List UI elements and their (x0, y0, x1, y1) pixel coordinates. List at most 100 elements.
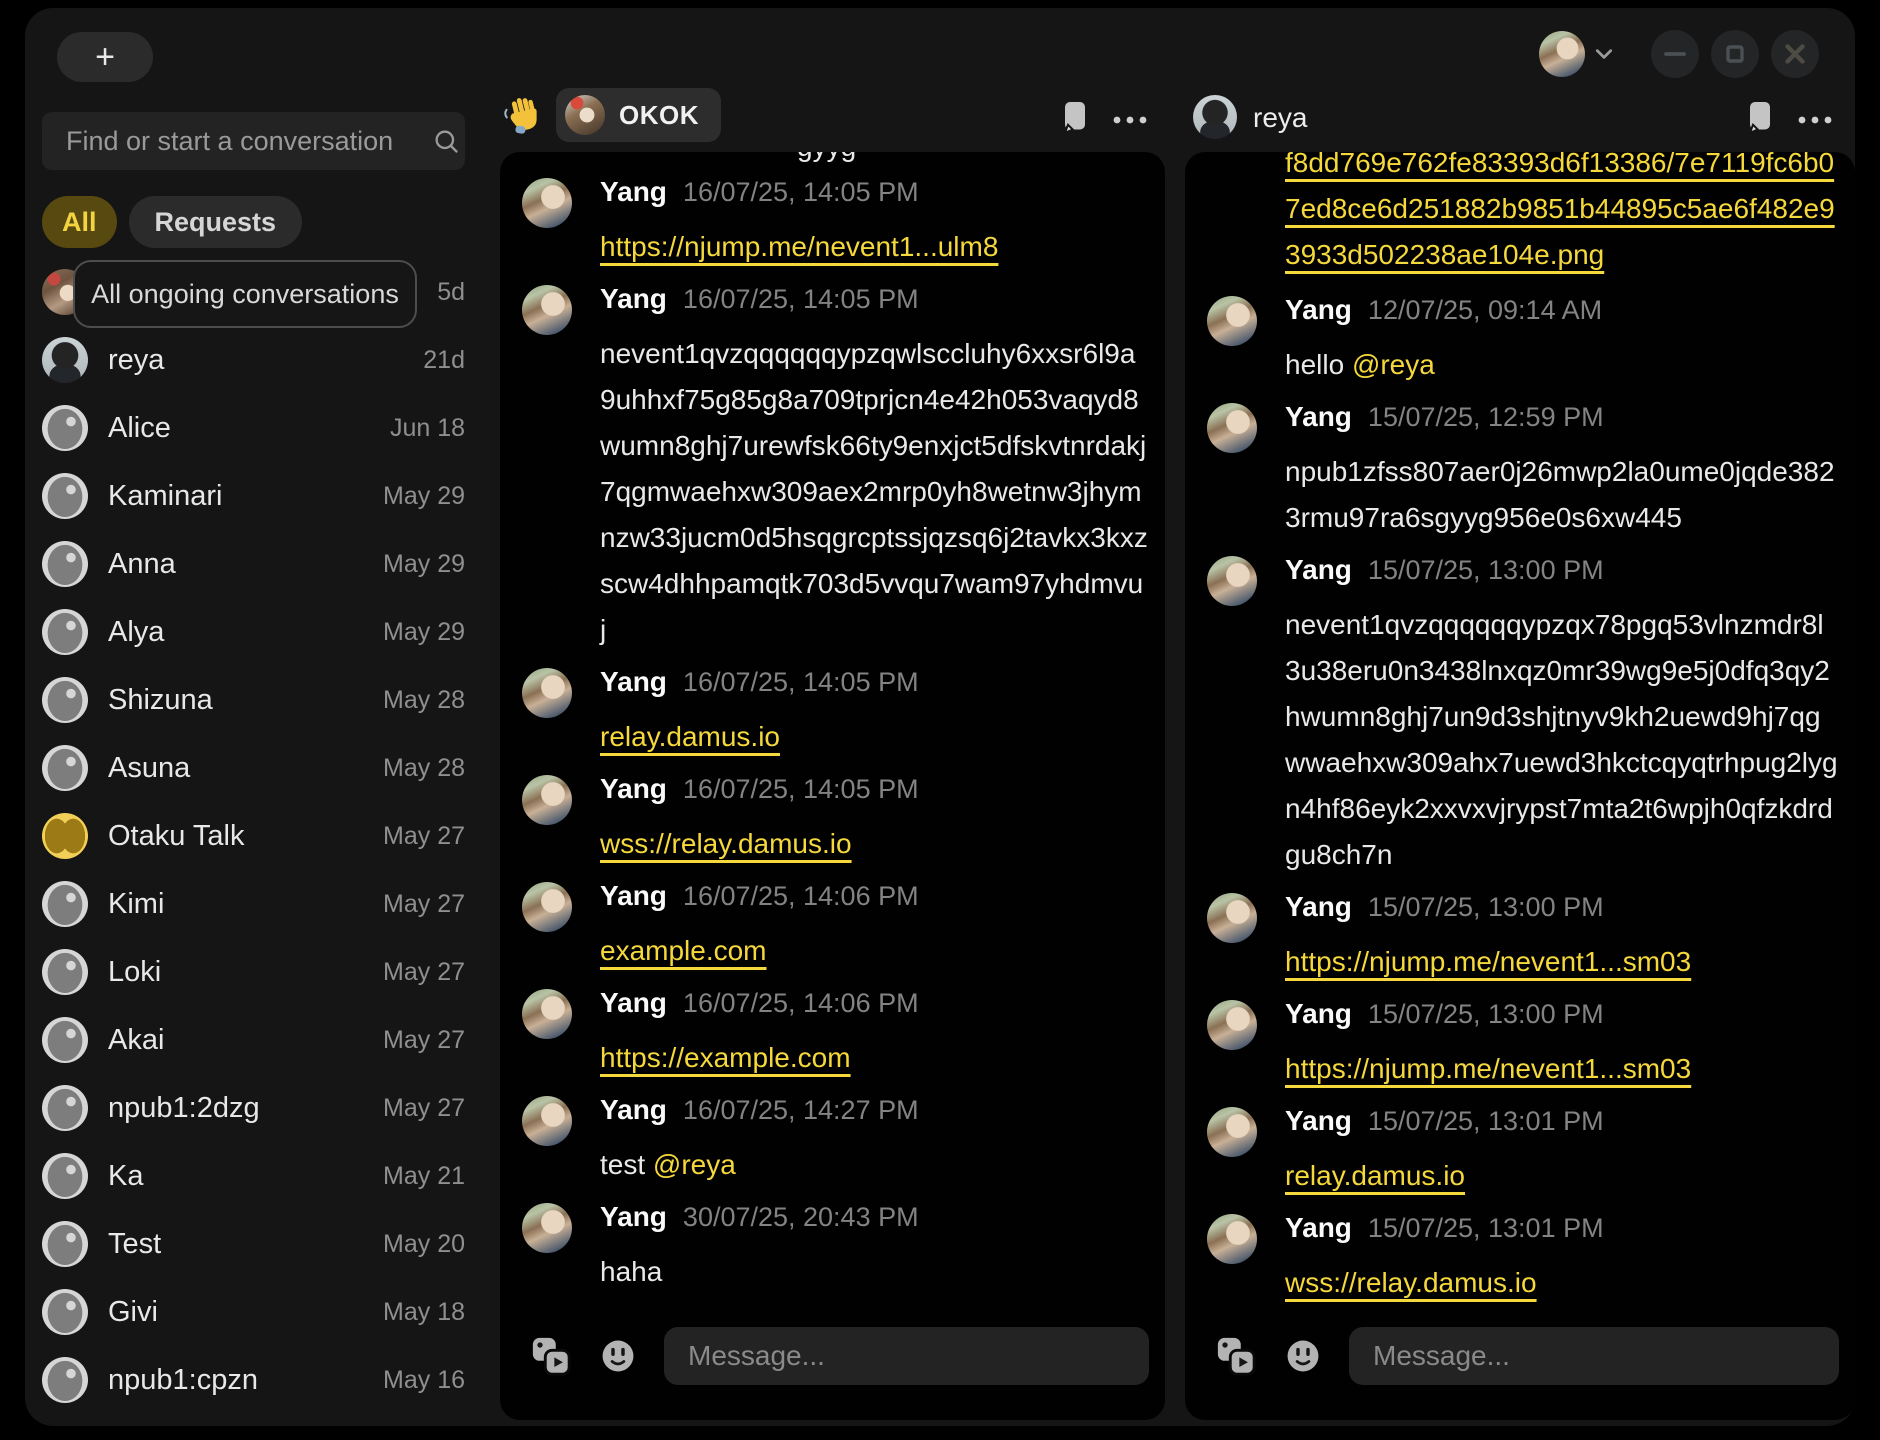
conversation-time: May 27 (383, 890, 465, 919)
message-author: Yang (600, 666, 667, 698)
media-attach-icon[interactable] (530, 1335, 572, 1377)
conversation-item[interactable]: LokiMay 27 (25, 938, 483, 1006)
maximize-icon (1711, 30, 1759, 78)
right-message-input[interactable] (1349, 1327, 1839, 1385)
right-chat-menu-button[interactable] (1793, 98, 1837, 142)
conversation-item[interactable]: KimiMay 27 (25, 870, 483, 938)
message-avatar[interactable] (1207, 1107, 1257, 1157)
message-avatar[interactable] (522, 285, 572, 335)
conversation-item[interactable]: TestMay 20 (25, 1210, 483, 1278)
tab-requests[interactable]: Requests (129, 196, 303, 248)
message-link[interactable]: example.com (600, 935, 767, 966)
new-conversation-button[interactable]: + (57, 32, 153, 82)
message-author: Yang (1285, 1212, 1352, 1244)
message-avatar[interactable] (522, 668, 572, 718)
left-message-input[interactable] (664, 1327, 1149, 1385)
conversation-time: May 18 (383, 1298, 465, 1327)
account-avatar[interactable] (1539, 31, 1585, 77)
message-avatar[interactable] (522, 1096, 572, 1146)
conversation-time: May 27 (383, 1026, 465, 1055)
message-link[interactable]: relay.damus.io (600, 721, 780, 752)
message-avatar[interactable] (522, 1203, 572, 1253)
message-avatar[interactable] (1207, 1214, 1257, 1264)
message-text: https://njump.me/nevent1...sm03 (1285, 939, 1839, 985)
conversation-avatar (42, 677, 88, 723)
conversation-time: 21d (423, 346, 465, 375)
media-attach-icon[interactable] (1215, 1335, 1257, 1377)
message-avatar[interactable] (522, 178, 572, 228)
message-text: test @reya (600, 1142, 1149, 1188)
message: Yang16/07/25, 14:27 PMtest @reya (522, 1094, 1149, 1188)
right-chat-note-button[interactable] (1738, 95, 1782, 139)
conversation-name: Alice (108, 412, 171, 445)
right-chat-avatar[interactable] (1193, 95, 1237, 139)
left-chat-title-pill[interactable]: OKOK (556, 88, 721, 142)
message-link[interactable]: https://example.com (600, 1042, 851, 1073)
conversation-time: May 27 (383, 822, 465, 851)
left-chat-note-button[interactable] (1053, 95, 1097, 139)
message-avatar[interactable] (1207, 296, 1257, 346)
conversation-item[interactable]: AliceJun 18 (25, 394, 483, 462)
message-author: Yang (1285, 401, 1352, 433)
message-text: wss://relay.damus.io (600, 821, 1149, 867)
conversation-item[interactable]: KaMay 21 (25, 1142, 483, 1210)
filter-tabs: All Requests (42, 196, 302, 248)
message-author: Yang (600, 880, 667, 912)
conversation-item[interactable]: Otaku TalkMay 27 (25, 802, 483, 870)
right-composer (1185, 1308, 1855, 1420)
conversation-item[interactable]: AnnaMay 29 (25, 530, 483, 598)
conversation-time: May 28 (383, 754, 465, 783)
conversation-avatar (42, 949, 88, 995)
chevron-down-icon[interactable] (1595, 48, 1613, 60)
conversation-avatar (42, 1289, 88, 1335)
tab-all[interactable]: All (42, 196, 117, 248)
message-plain-text: npub1zfss807aer0j26mwp2la0ume0jqde3823rm… (1285, 456, 1835, 533)
message-avatar[interactable] (522, 882, 572, 932)
conversation-name: Kaminari (108, 480, 222, 513)
message-text: wss://relay.damus.io (1285, 1260, 1839, 1306)
mention[interactable]: @reya (1352, 349, 1435, 380)
close-button[interactable] (1771, 30, 1819, 78)
mention[interactable]: @reya (653, 1149, 736, 1180)
conversation-avatar (42, 609, 88, 655)
message-link[interactable]: https://njump.me/nevent1...sm03 (1285, 946, 1691, 977)
conversation-item[interactable]: ShizunaMay 28 (25, 666, 483, 734)
search-input[interactable] (42, 126, 432, 157)
titlebar-right (1539, 8, 1855, 100)
message-link[interactable]: wss://relay.damus.io (600, 828, 852, 859)
wave-hand-icon[interactable] (503, 94, 543, 134)
search-icon (432, 127, 460, 155)
left-chat-menu-button[interactable] (1108, 98, 1152, 142)
conversation-time: May 20 (383, 1230, 465, 1259)
left-message-list: Yang 16/07/25, 14:05 PM https://njump.me/n… (500, 152, 1165, 1324)
conversation-item[interactable]: npub1:cpznMay 16 (25, 1346, 483, 1414)
message-plain-text: test (600, 1149, 653, 1180)
emoji-picker-icon[interactable] (1283, 1336, 1323, 1376)
message-link[interactable]: relay.damus.io (1285, 1160, 1465, 1191)
minimize-button[interactable] (1651, 30, 1699, 78)
message-avatar[interactable] (1207, 556, 1257, 606)
conversation-item[interactable]: AlyaMay 29 (25, 598, 483, 666)
conversation-list: 5dreya21dAliceJun 18KaminariMay 29AnnaMa… (25, 258, 483, 1414)
conversation-item[interactable]: GiviMay 18 (25, 1278, 483, 1346)
conversation-name: Alya (108, 616, 164, 649)
conversation-item[interactable]: npub1:2dzgMay 27 (25, 1074, 483, 1142)
message-timestamp: 16/07/25, 14:05 PM (683, 667, 919, 698)
message-avatar[interactable] (522, 989, 572, 1039)
message: Yang16/07/25, 14:05 PMwss://relay.damus.… (522, 773, 1149, 867)
clipped-image-link[interactable]: f8dd769e762fe83393d6f13386/7e7119fc6b07e… (1285, 152, 1839, 278)
conversation-item[interactable]: AsunaMay 28 (25, 734, 483, 802)
message-link[interactable]: https://njump.me/nevent1...ulm8 (600, 231, 998, 262)
message-avatar[interactable] (1207, 403, 1257, 453)
minimize-icon (1651, 30, 1699, 78)
message-avatar[interactable] (1207, 893, 1257, 943)
message-link[interactable]: wss://relay.damus.io (1285, 1267, 1537, 1298)
conversation-item[interactable]: KaminariMay 29 (25, 462, 483, 530)
maximize-button[interactable] (1711, 30, 1759, 78)
message-avatar[interactable] (522, 775, 572, 825)
conversation-item[interactable]: AkaiMay 27 (25, 1006, 483, 1074)
emoji-picker-icon[interactable] (598, 1336, 638, 1376)
conversation-item[interactable]: reya21d (25, 326, 483, 394)
message-avatar[interactable] (1207, 1000, 1257, 1050)
message-link[interactable]: https://njump.me/nevent1...sm03 (1285, 1053, 1691, 1084)
